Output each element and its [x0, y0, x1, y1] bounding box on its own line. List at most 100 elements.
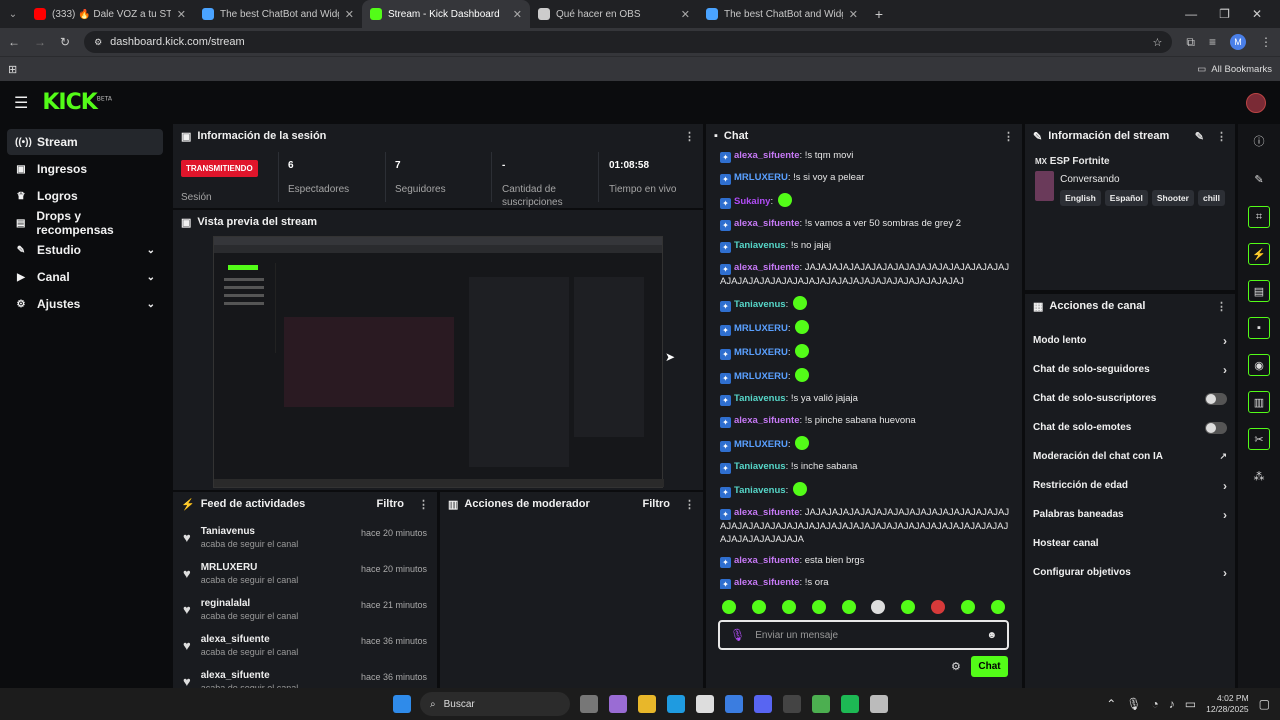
emote-icon[interactable]	[990, 600, 1005, 614]
chat-username[interactable]: alexa_sifuente	[734, 262, 799, 273]
site-info-icon[interactable]: ⚙	[94, 37, 102, 48]
emote-icon[interactable]	[722, 600, 736, 614]
channel-action-2[interactable]: Chat de solo-suscriptores	[1025, 384, 1235, 413]
chat-username[interactable]: Taniavenus	[734, 240, 786, 251]
toggle-switch[interactable]	[1205, 392, 1227, 405]
chat-username[interactable]: alexa_sifuente	[734, 555, 799, 566]
emote-icon[interactable]	[781, 600, 796, 614]
all-bookmarks-button[interactable]: ▭ All Bookmarks	[1197, 64, 1272, 75]
sidebar-item-logros[interactable]: ♛ Logros	[7, 183, 163, 209]
pencil-icon[interactable]: ✎	[1248, 168, 1270, 190]
stream-preview-video[interactable]	[213, 236, 664, 488]
minimize-icon[interactable]: —	[1185, 7, 1197, 21]
wifi-icon[interactable]: ◔	[1152, 697, 1159, 711]
tag-chip[interactable]: English	[1060, 190, 1101, 206]
star-icon[interactable]: ☆	[1153, 36, 1163, 49]
sidebar-item-ingresos[interactable]: ▣ Ingresos	[7, 156, 163, 182]
chat-username[interactable]: Taniavenus	[734, 485, 786, 496]
media-icon[interactable]: ≡	[1209, 35, 1216, 49]
tab-close-icon[interactable]: ✕	[849, 8, 858, 21]
feed-user[interactable]: reginalalal	[201, 598, 299, 609]
info-icon[interactable]: ⓘ	[1248, 130, 1270, 152]
browser-tab[interactable]: Stream - Kick Dashboard ✕	[362, 0, 530, 28]
mic-tray-icon[interactable]: 🎙	[1126, 697, 1141, 711]
obs-icon[interactable]	[782, 695, 801, 713]
mail-icon[interactable]	[724, 695, 743, 713]
sidebar-item-canal[interactable]: ▶ Canal ⌄	[7, 264, 163, 290]
feed-user[interactable]: MRLUXERU	[201, 562, 299, 573]
channel-action-5[interactable]: Restricción de edad ›	[1025, 471, 1235, 500]
widgets-icon[interactable]	[608, 695, 627, 713]
spotify-icon[interactable]	[840, 695, 859, 713]
notepad-icon[interactable]	[869, 695, 888, 713]
session-menu-icon[interactable]: ⋮	[684, 130, 695, 143]
chat-username[interactable]: alexa_sifuente	[734, 150, 799, 161]
bolt-icon[interactable]: ⚡	[1248, 243, 1270, 265]
stream-info-menu-icon[interactable]: ⋮	[1216, 130, 1227, 143]
chat-username[interactable]: MRLUXERU	[734, 347, 788, 358]
chat-username[interactable]: Taniavenus	[734, 461, 786, 472]
chat-username[interactable]: MRLUXERU	[734, 323, 788, 334]
feed-user[interactable]: alexa_sifuente	[201, 670, 299, 681]
channel-action-1[interactable]: Chat de solo-seguidores ›	[1025, 355, 1235, 384]
chat-username[interactable]: MRLUXERU	[734, 172, 788, 183]
channel-action-3[interactable]: Chat de solo-emotes	[1025, 413, 1235, 442]
toggle-switch[interactable]	[1205, 421, 1227, 434]
browser-tab[interactable]: The best ChatBot and Widgets ✕	[698, 0, 866, 28]
volume-icon[interactable]: ♪	[1169, 697, 1175, 711]
chat-send-button[interactable]: Chat	[971, 656, 1008, 677]
maximize-icon[interactable]: ❐	[1219, 7, 1230, 21]
battery-icon[interactable]: ▭	[1185, 697, 1196, 711]
edge-icon[interactable]	[666, 695, 685, 713]
feed-user[interactable]: Taniavenus	[201, 526, 299, 537]
sidebar-item-stream[interactable]: ((•)) Stream	[7, 129, 163, 155]
store-icon[interactable]	[695, 695, 714, 713]
emote-icon[interactable]	[961, 600, 975, 614]
chat-username[interactable]: alexa_sifuente	[734, 415, 799, 426]
tab-list-icon[interactable]: ⌄	[0, 9, 26, 20]
chrome-icon[interactable]	[811, 695, 830, 713]
layers-icon[interactable]: ▥	[1248, 391, 1270, 413]
wrench-icon[interactable]: ✂	[1248, 428, 1270, 450]
sidebar-item-drops-y-recompensas[interactable]: ▤ Drops y recompensas	[7, 209, 163, 237]
browser-tab[interactable]: The best ChatBot and Widgets ✕	[194, 0, 362, 28]
category-name[interactable]: Conversando	[1060, 174, 1225, 185]
discord-icon[interactable]	[753, 695, 772, 713]
sidebar-item-estudio[interactable]: ✎ Estudio ⌄	[7, 237, 163, 263]
chat-username[interactable]: alexa_sifuente	[734, 577, 799, 588]
channel-actions-menu-icon[interactable]: ⋮	[1216, 300, 1227, 313]
channel-action-7[interactable]: Hostear canal	[1025, 529, 1235, 558]
chat-username[interactable]: Taniavenus	[734, 299, 786, 310]
back-icon[interactable]: ←	[8, 35, 20, 49]
sidebar-item-ajustes[interactable]: ⚙ Ajustes ⌄	[7, 291, 163, 317]
browser-menu-icon[interactable]: ⋮	[1260, 35, 1272, 49]
mic-icon[interactable]: 🎙	[730, 628, 745, 642]
windows-start-icon[interactable]	[392, 695, 411, 713]
chat-username[interactable]: alexa_sifuente	[734, 218, 799, 229]
notification-icon[interactable]: ▢	[1259, 697, 1270, 711]
mod-menu-icon[interactable]: ⋮	[684, 498, 695, 511]
chat-username[interactable]: MRLUXERU	[734, 439, 788, 450]
kick-logo[interactable]: KICKBETA	[42, 90, 112, 115]
feed-menu-icon[interactable]: ⋮	[418, 498, 429, 511]
quick-action-icon[interactable]: ⌗	[1248, 206, 1270, 228]
file-explorer-icon[interactable]	[637, 695, 656, 713]
browser-tab[interactable]: (333) 🔥 Dale VOZ a tu STREAM ✕	[26, 0, 194, 28]
edit-icon[interactable]: ✎	[1195, 130, 1204, 143]
tag-chip[interactable]: Español	[1104, 190, 1148, 206]
chat-messages[interactable]: ✦ alexa_sifuente: !s tqm movi ✦ MRLUXERU: !…	[706, 149, 1022, 589]
tag-chip[interactable]: Shooter	[1151, 190, 1194, 206]
chat-settings-icon[interactable]: ⚙	[951, 660, 961, 673]
profile-avatar[interactable]: M	[1230, 34, 1246, 50]
tray-chevron-icon[interactable]: ⌃	[1106, 697, 1116, 711]
task-view-icon[interactable]	[579, 695, 598, 713]
forward-icon[interactable]: →	[34, 35, 46, 49]
tab-close-icon[interactable]: ✕	[345, 8, 354, 21]
emoji-icon[interactable]: ☻	[986, 630, 997, 641]
chat-username[interactable]: Sukainy	[734, 196, 770, 207]
tab-close-icon[interactable]: ✕	[177, 8, 186, 21]
chat-username[interactable]: alexa_sifuente	[734, 507, 799, 518]
emote-icon[interactable]	[811, 600, 826, 614]
emote-icon[interactable]	[931, 600, 946, 614]
new-tab-button[interactable]: +	[866, 6, 892, 22]
